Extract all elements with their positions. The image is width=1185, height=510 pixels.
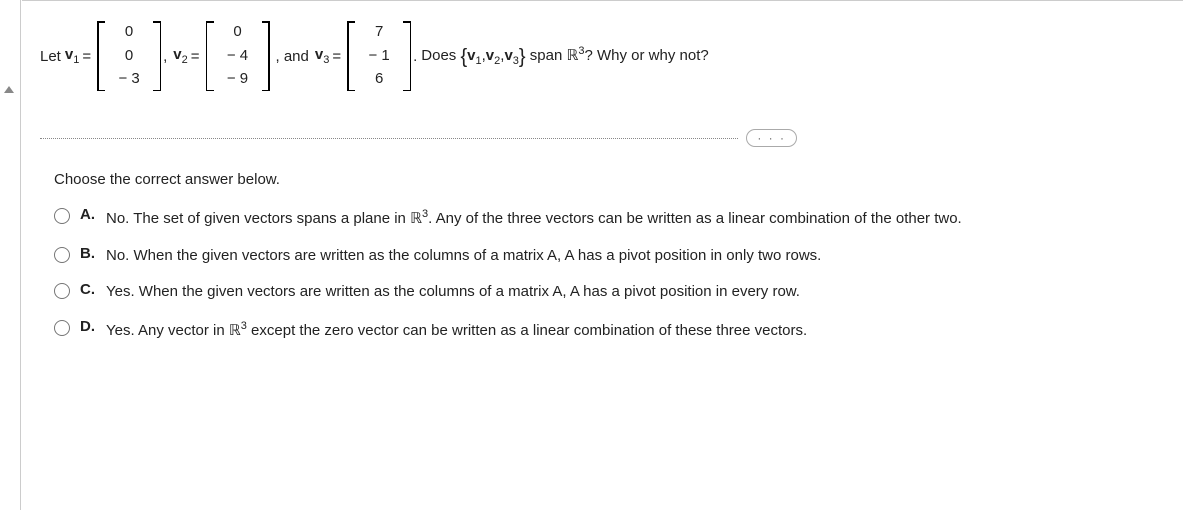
v3-symbol: v3 bbox=[315, 46, 329, 66]
bracket-right-icon bbox=[401, 21, 411, 91]
brace-right-icon: } bbox=[519, 46, 526, 68]
bracket-left-icon bbox=[206, 21, 216, 91]
v3-entry-0: 7 bbox=[375, 24, 383, 41]
v1-col: 0 0 − 3 bbox=[107, 21, 151, 91]
choice-b-radio[interactable] bbox=[54, 247, 70, 263]
choice-a-label: A. bbox=[80, 206, 98, 223]
left-gutter bbox=[0, 0, 21, 510]
span-text: span bbox=[526, 47, 567, 64]
instruction-text: Choose the correct answer below. bbox=[54, 171, 1183, 188]
choice-a-r: ℝ bbox=[410, 211, 422, 227]
eq1: = bbox=[82, 48, 91, 65]
r-symbol: ℝ bbox=[566, 48, 578, 64]
choice-c[interactable]: C. Yes. When the given vectors are writt… bbox=[54, 281, 1183, 304]
period1: . bbox=[413, 48, 417, 65]
comma1: , bbox=[163, 48, 167, 65]
divider-line bbox=[40, 138, 738, 139]
more-dots-icon[interactable]: · · · bbox=[746, 129, 797, 147]
v2-entry-0: 0 bbox=[233, 24, 241, 41]
choice-d-r: ℝ bbox=[229, 323, 241, 339]
v1-sub: 1 bbox=[73, 54, 79, 66]
eq2: = bbox=[191, 48, 200, 65]
v1-entry-0: 0 bbox=[125, 24, 133, 41]
and-text: , and bbox=[276, 48, 309, 65]
v3-col: 7 − 1 6 bbox=[357, 21, 401, 91]
set-v1: v bbox=[467, 47, 475, 64]
choice-a-part1: No. The set of given vectors spans a pla… bbox=[106, 210, 410, 227]
does-text: Does bbox=[421, 47, 460, 64]
set-v3: v bbox=[504, 47, 512, 64]
bracket-right-icon bbox=[260, 21, 270, 91]
v1-entry-2: − 3 bbox=[118, 71, 139, 88]
divider-tail bbox=[805, 138, 1165, 139]
v3-sub: 3 bbox=[323, 54, 329, 66]
v1-entry-1: 0 bbox=[125, 48, 133, 65]
page-content: Let v1 = 0 0 − 3 , v2 = 0 − 4 − 9 , and … bbox=[22, 0, 1183, 510]
question-tail: Does {v1,v2,v3} span ℝ3? Why or why not? bbox=[421, 45, 708, 67]
v1-symbol: v1 bbox=[65, 46, 79, 66]
choice-c-text: Yes. When the given vectors are written … bbox=[106, 281, 800, 304]
choice-b[interactable]: B. No. When the given vectors are writte… bbox=[54, 245, 1183, 268]
v1-vector: 0 0 − 3 bbox=[97, 21, 161, 91]
v3-v: v bbox=[315, 46, 323, 63]
choice-a-text: No. The set of given vectors spans a pla… bbox=[106, 206, 962, 231]
v2-vector: 0 − 4 − 9 bbox=[206, 21, 270, 91]
choice-a-radio[interactable] bbox=[54, 208, 70, 224]
v2-v: v bbox=[173, 46, 181, 63]
choice-a-part2: . Any of the three vectors can be writte… bbox=[428, 210, 962, 227]
scroll-up-arrow-icon[interactable] bbox=[4, 86, 14, 93]
choice-c-label: C. bbox=[80, 281, 98, 298]
v3-entry-1: − 1 bbox=[368, 48, 389, 65]
choice-d[interactable]: D. Yes. Any vector in ℝ3 except the zero… bbox=[54, 318, 1183, 343]
choice-d-text: Yes. Any vector in ℝ3 except the zero ve… bbox=[106, 318, 807, 343]
v2-symbol: v2 bbox=[173, 46, 187, 66]
choice-b-text: No. When the given vectors are written a… bbox=[106, 245, 821, 268]
choice-c-radio[interactable] bbox=[54, 283, 70, 299]
v2-entry-2: − 9 bbox=[227, 71, 248, 88]
let-text: Let bbox=[40, 48, 61, 65]
why-text: ? Why or why not? bbox=[584, 47, 708, 64]
choice-d-part2: except the zero vector can be written as… bbox=[247, 322, 807, 339]
v2-entry-1: − 4 bbox=[227, 48, 248, 65]
bracket-right-icon bbox=[151, 21, 161, 91]
choice-d-part1: Yes. Any vector in bbox=[106, 322, 229, 339]
v3-entry-2: 6 bbox=[375, 71, 383, 88]
choice-d-label: D. bbox=[80, 318, 98, 335]
v1-v: v bbox=[65, 46, 73, 63]
v3-vector: 7 − 1 6 bbox=[347, 21, 411, 91]
v2-col: 0 − 4 − 9 bbox=[216, 21, 260, 91]
choices-group: A. No. The set of given vectors spans a … bbox=[54, 206, 1183, 342]
divider: · · · bbox=[40, 129, 1165, 147]
choice-a[interactable]: A. No. The set of given vectors spans a … bbox=[54, 206, 1183, 231]
v2-sub: 2 bbox=[182, 54, 188, 66]
bracket-left-icon bbox=[97, 21, 107, 91]
question-statement: Let v1 = 0 0 − 3 , v2 = 0 − 4 − 9 , and … bbox=[22, 1, 1183, 101]
eq3: = bbox=[332, 48, 341, 65]
bracket-left-icon bbox=[347, 21, 357, 91]
choice-d-radio[interactable] bbox=[54, 320, 70, 336]
choice-b-label: B. bbox=[80, 245, 98, 262]
set-v2: v bbox=[486, 47, 494, 64]
